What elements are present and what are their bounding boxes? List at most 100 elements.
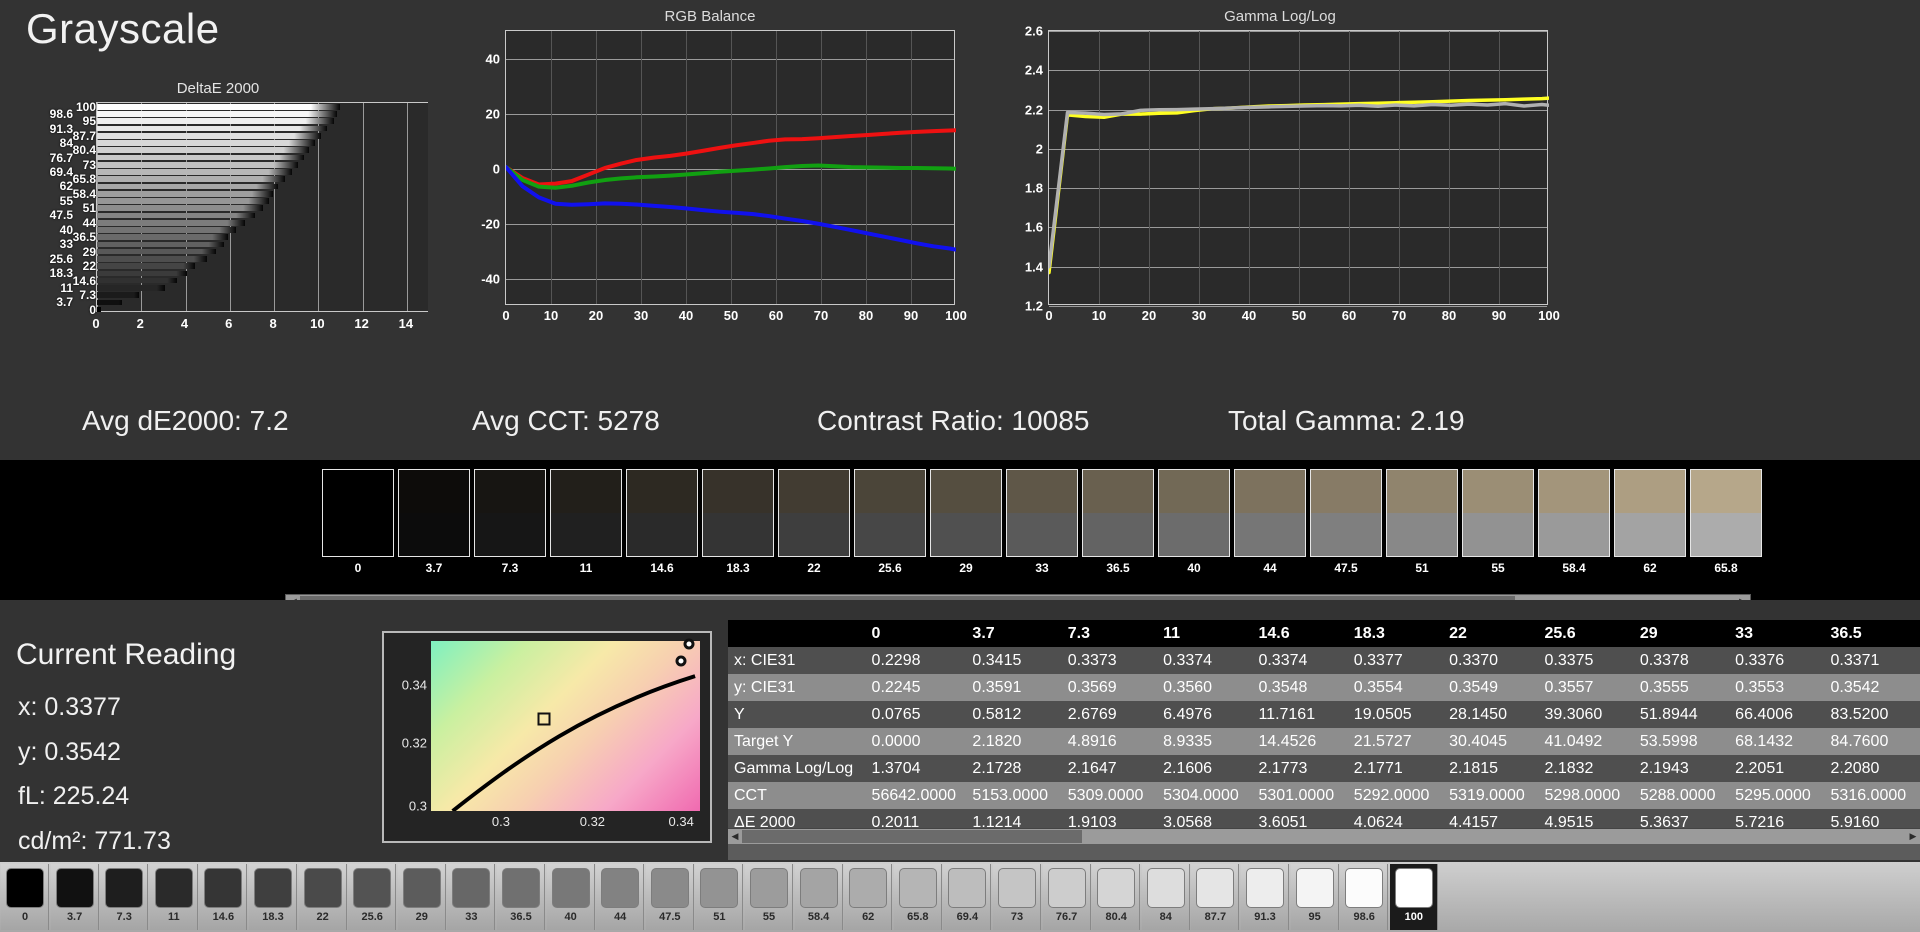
grayscale-patch[interactable] — [474, 469, 546, 557]
deltae-bar — [97, 278, 177, 284]
patch-swatch-button[interactable]: 76.7 — [1043, 864, 1091, 930]
patch-label: 62 — [1614, 561, 1686, 575]
series-red-line — [506, 130, 956, 184]
patch-swatch-button[interactable]: 98.6 — [1340, 864, 1388, 930]
patch-target-color — [1463, 513, 1533, 556]
table-cell: 5153.0000 — [966, 782, 1061, 809]
swatch-label: 47.5 — [646, 911, 694, 923]
grayscale-patch[interactable] — [626, 469, 698, 557]
charts-section: Grayscale DeltaE 2000 10098.69591.387.78… — [0, 0, 1920, 460]
patch-target-color — [399, 513, 469, 556]
patch-target-color — [1387, 513, 1457, 556]
patch-swatch-button[interactable]: 65.8 — [894, 864, 942, 930]
patch-swatch-button[interactable]: 0 — [1, 864, 49, 930]
deltae-y-tick-label: 25.6 — [50, 252, 73, 266]
grayscale-patch[interactable] — [1158, 469, 1230, 557]
deltae-x-tick-label: 4 — [181, 316, 188, 331]
patch-swatch-button[interactable]: 7.3 — [100, 864, 148, 930]
patch-swatch-button[interactable]: 3.7 — [51, 864, 99, 930]
table-scroll-left-arrow[interactable]: ◀ — [728, 829, 742, 843]
patch-swatch-button[interactable]: 55 — [745, 864, 793, 930]
table-scrollbar[interactable]: ◀ ▶ — [728, 828, 1920, 844]
patch-swatch-button[interactable]: 87.7 — [1191, 864, 1239, 930]
patch-actual-color — [1311, 470, 1381, 513]
patch-swatch-button[interactable]: 40 — [547, 864, 595, 930]
patch-label: 22 — [778, 561, 850, 575]
deltae-bar — [97, 205, 263, 211]
patch-swatch-button[interactable]: 29 — [398, 864, 446, 930]
grayscale-patch[interactable] — [1082, 469, 1154, 557]
y-tick-label: 1.8 — [1025, 181, 1043, 196]
table-scroll-thumb[interactable] — [742, 830, 1082, 843]
swatch-color — [750, 868, 788, 908]
patch-swatch-button[interactable]: 14.6 — [199, 864, 247, 930]
deltae-x-axis: 02468101214 — [96, 316, 428, 336]
table-row: Target Y0.00002.18204.89168.933514.45262… — [728, 728, 1920, 755]
grayscale-patch[interactable] — [1538, 469, 1610, 557]
grayscale-patch[interactable] — [1234, 469, 1306, 557]
table-cell: 39.3060 — [1538, 701, 1633, 728]
patch-swatch-button[interactable]: 91.3 — [1241, 864, 1289, 930]
patch-swatch-button[interactable]: 80.4 — [1092, 864, 1140, 930]
grayscale-patch[interactable] — [1690, 469, 1762, 557]
deltae-y-tick-label: 36.5 — [73, 230, 96, 244]
swatch-color — [1048, 868, 1086, 908]
table-cell: 1.3704 — [866, 755, 967, 782]
swatch-label: 84 — [1142, 911, 1190, 923]
patch-swatch-button[interactable]: 22 — [299, 864, 347, 930]
deltae-x-tick-label: 12 — [354, 316, 368, 331]
grayscale-patch[interactable] — [398, 469, 470, 557]
grayscale-patch[interactable] — [930, 469, 1002, 557]
patch-actual-color — [551, 470, 621, 513]
current-reading-cdm2: cd/m²: 771.73 — [18, 827, 171, 856]
patch-swatch-button[interactable]: 36.5 — [497, 864, 545, 930]
table-cell: 2.1606 — [1157, 755, 1252, 782]
patch-target-color — [323, 513, 393, 556]
grayscale-patch[interactable] — [322, 469, 394, 557]
table-column-header: 3.7 — [966, 620, 1061, 647]
grayscale-patch[interactable] — [550, 469, 622, 557]
table-cell: 0.3553 — [1729, 674, 1824, 701]
table-column-header: 14.6 — [1252, 620, 1347, 647]
x-tick-label: 10 — [1092, 308, 1106, 323]
patch-swatch-button[interactable]: 11 — [150, 864, 198, 930]
patch-target-color — [1539, 513, 1609, 556]
rgb-balance-title: RGB Balance — [455, 8, 965, 25]
patch-swatch-button[interactable]: 73 — [993, 864, 1041, 930]
deltae-bar-row: 25.6 — [97, 256, 428, 262]
patch-swatch-button[interactable]: 47.5 — [646, 864, 694, 930]
chart-gridline — [1049, 306, 1547, 307]
patch-swatch-button[interactable]: 95 — [1291, 864, 1339, 930]
cie-chromaticity-panel[interactable]: 0.340.320.30.30.320.34 — [382, 631, 712, 843]
patch-swatch-button[interactable]: 51 — [695, 864, 743, 930]
table-scroll-right-arrow[interactable]: ▶ — [1906, 829, 1920, 843]
table-cell: 5319.0000 — [1443, 782, 1538, 809]
patch-swatch-button[interactable]: 44 — [596, 864, 644, 930]
table-row: CCT56642.00005153.00005309.00005304.0000… — [728, 782, 1920, 809]
grayscale-patch[interactable] — [778, 469, 850, 557]
grayscale-patch[interactable] — [702, 469, 774, 557]
table-cell: 2.2051 — [1729, 755, 1824, 782]
patch-swatch-button[interactable]: 33 — [447, 864, 495, 930]
deltae-y-tick-label: 55 — [60, 194, 73, 208]
grayscale-patch[interactable] — [1006, 469, 1078, 557]
patch-swatch-button[interactable]: 18.3 — [249, 864, 297, 930]
grayscale-patch[interactable] — [1462, 469, 1534, 557]
patch-label: 40 — [1158, 561, 1230, 575]
swatch-label: 65.8 — [894, 911, 942, 923]
x-tick-label: 50 — [724, 308, 738, 323]
patch-swatch-button[interactable]: 58.4 — [795, 864, 843, 930]
table-cell: 56642.0000 — [866, 782, 967, 809]
table-cell: 5292.0000 — [1348, 782, 1443, 809]
patch-swatch-button[interactable]: 25.6 — [348, 864, 396, 930]
measurements-table-container[interactable]: 03.77.31114.618.32225.6293336.5x: CIE310… — [728, 620, 1920, 860]
grayscale-patch[interactable] — [1386, 469, 1458, 557]
patch-swatch-button[interactable]: 100 — [1390, 864, 1438, 930]
patch-label: 58.4 — [1538, 561, 1610, 575]
grayscale-patch[interactable] — [1614, 469, 1686, 557]
patch-swatch-button[interactable]: 84 — [1142, 864, 1190, 930]
patch-swatch-button[interactable]: 62 — [844, 864, 892, 930]
patch-swatch-button[interactable]: 69.4 — [943, 864, 991, 930]
grayscale-patch[interactable] — [1310, 469, 1382, 557]
grayscale-patch[interactable] — [854, 469, 926, 557]
